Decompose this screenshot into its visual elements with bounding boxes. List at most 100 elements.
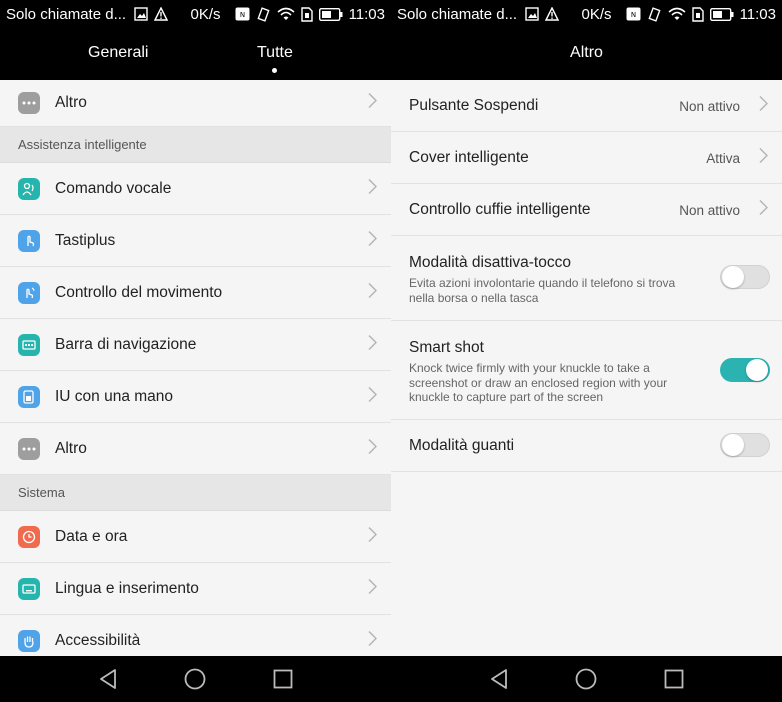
sim-icon bbox=[300, 6, 313, 22]
clock-icon bbox=[18, 525, 40, 548]
more-icon bbox=[18, 92, 40, 114]
carrier-label: Solo chiamate d... bbox=[6, 5, 127, 23]
motion-icon bbox=[18, 281, 40, 304]
disattiva-tocco-switch[interactable] bbox=[720, 265, 770, 289]
chevron-right-icon bbox=[368, 438, 378, 459]
list-item-label: Controllo cuffie intelligente bbox=[409, 201, 591, 218]
tab-bar: Generali Tutte bbox=[0, 28, 391, 80]
list-item-label: Tastiplus bbox=[55, 231, 116, 249]
altro-settings-list: Pulsante Sospendi Non attivo Cover intel… bbox=[391, 80, 782, 656]
title-bar: Altro bbox=[391, 28, 782, 80]
list-item-iu-una-mano[interactable]: IU con una mano bbox=[0, 371, 391, 423]
list-item-accessibilita[interactable]: Accessibilità bbox=[0, 615, 391, 656]
data-rate: 0K/s bbox=[581, 5, 612, 23]
chevron-right-icon bbox=[368, 92, 378, 114]
image-icon bbox=[134, 7, 148, 21]
chevron-right-icon bbox=[759, 95, 769, 116]
nfc-icon: N bbox=[626, 7, 641, 21]
list-item-comando-vocale[interactable]: Comando vocale bbox=[0, 163, 391, 215]
page-title: Altro bbox=[570, 44, 603, 61]
list-item-description: Knock twice firmly with your knuckle to … bbox=[409, 361, 668, 404]
image-icon bbox=[525, 7, 539, 21]
chevron-right-icon bbox=[368, 630, 378, 651]
status-bar: Solo chiamate d... 0K/s N 11:03 bbox=[391, 0, 782, 28]
list-item-label: Comando vocale bbox=[55, 179, 172, 197]
list-item-pulsante-sospendi[interactable]: Pulsante Sospendi Non attivo bbox=[391, 80, 782, 132]
switch-knob bbox=[746, 359, 768, 381]
wifi-icon bbox=[668, 7, 686, 21]
voice-command-icon bbox=[18, 177, 40, 200]
battery-icon bbox=[318, 7, 343, 21]
list-item-label: Pulsante Sospendi bbox=[409, 97, 539, 114]
list-item-label: IU con una mano bbox=[55, 387, 174, 405]
switch-knob bbox=[722, 266, 744, 288]
list-item-label: Modalità guanti bbox=[409, 437, 515, 454]
list-item-value: Non attivo bbox=[679, 99, 740, 114]
list-item-barra-navigazione[interactable]: Barra di navigazione bbox=[0, 319, 391, 371]
data-rate: 0K/s bbox=[190, 5, 221, 23]
navigation-bar bbox=[0, 656, 391, 702]
recents-icon[interactable] bbox=[662, 667, 686, 691]
vibrate-icon bbox=[256, 6, 271, 22]
list-item-lingua-inserimento[interactable]: Lingua e inserimento bbox=[0, 563, 391, 615]
carrier-label: Solo chiamate d... bbox=[397, 5, 518, 23]
one-hand-icon bbox=[18, 385, 40, 408]
section-header-sistema: Sistema bbox=[0, 475, 391, 511]
touch-icon bbox=[18, 229, 40, 252]
list-item-label: Modalità disattiva-tocco bbox=[409, 254, 571, 271]
list-item-altro-top[interactable]: Altro bbox=[0, 80, 391, 127]
list-item-cover-intelligente[interactable]: Cover intelligente Attiva bbox=[391, 132, 782, 184]
list-item-label: Barra di navigazione bbox=[55, 335, 197, 353]
list-item-label: Altro bbox=[55, 94, 87, 111]
chevron-right-icon bbox=[368, 578, 378, 599]
chevron-right-icon bbox=[759, 147, 769, 168]
chevron-right-icon bbox=[368, 230, 378, 251]
list-item-controllo-movimento[interactable]: Controllo del movimento bbox=[0, 267, 391, 319]
back-icon[interactable] bbox=[97, 667, 121, 691]
chevron-right-icon bbox=[368, 282, 378, 303]
home-icon[interactable] bbox=[183, 667, 207, 691]
list-item-label: Smart shot bbox=[409, 339, 484, 356]
switch-knob bbox=[722, 434, 744, 456]
svg-text:N: N bbox=[630, 11, 635, 19]
sim-icon bbox=[691, 6, 704, 22]
battery-icon bbox=[709, 7, 734, 21]
warning-icon bbox=[154, 7, 169, 21]
list-item-label: Controllo del movimento bbox=[55, 283, 223, 301]
list-item-tastiplus[interactable]: Tastiplus bbox=[0, 215, 391, 267]
wifi-icon bbox=[277, 7, 295, 21]
hand-icon bbox=[18, 629, 40, 652]
navigation-bar bbox=[391, 656, 782, 702]
list-item-value: Attiva bbox=[706, 151, 740, 166]
clock-time: 11:03 bbox=[739, 5, 776, 23]
home-icon[interactable] bbox=[574, 667, 598, 691]
active-tab-indicator bbox=[272, 68, 277, 73]
section-header-assistenza: Assistenza intelligente bbox=[0, 127, 391, 163]
general-settings-screen: Solo chiamate d... 0K/s N 11:03 Generali… bbox=[0, 0, 391, 702]
settings-list: Altro Assistenza intelligente Comando vo… bbox=[0, 80, 391, 656]
svg-text:N: N bbox=[239, 11, 244, 19]
keyboard-icon bbox=[18, 577, 40, 600]
more-icon bbox=[18, 437, 40, 460]
recents-icon[interactable] bbox=[271, 667, 295, 691]
list-item-label: Accessibilità bbox=[55, 631, 141, 649]
vibrate-icon bbox=[647, 6, 662, 22]
warning-icon bbox=[545, 7, 560, 21]
tab-tutte[interactable]: Tutte bbox=[257, 44, 293, 62]
list-item-data-ora[interactable]: Data e ora bbox=[0, 511, 391, 563]
clock-time: 11:03 bbox=[348, 5, 385, 23]
tab-generali[interactable]: Generali bbox=[88, 44, 148, 62]
modalita-guanti-switch[interactable] bbox=[720, 433, 770, 457]
list-item-smart-shot[interactable]: Smart shot Knock twice firmly with your … bbox=[391, 321, 782, 420]
list-item-altro[interactable]: Altro bbox=[0, 423, 391, 475]
chevron-right-icon bbox=[759, 199, 769, 220]
list-item-disattiva-tocco[interactable]: Modalità disattiva-tocco Evita azioni in… bbox=[391, 236, 782, 321]
list-item-modalita-guanti[interactable]: Modalità guanti bbox=[391, 420, 782, 472]
chevron-right-icon bbox=[368, 178, 378, 199]
list-item-description: Evita azioni involontarie quando il tele… bbox=[409, 276, 676, 305]
back-icon[interactable] bbox=[488, 667, 512, 691]
smart-shot-switch[interactable] bbox=[720, 358, 770, 382]
navigation-bar-icon bbox=[18, 333, 40, 356]
chevron-right-icon bbox=[368, 526, 378, 547]
list-item-controllo-cuffie[interactable]: Controllo cuffie intelligente Non attivo bbox=[391, 184, 782, 236]
